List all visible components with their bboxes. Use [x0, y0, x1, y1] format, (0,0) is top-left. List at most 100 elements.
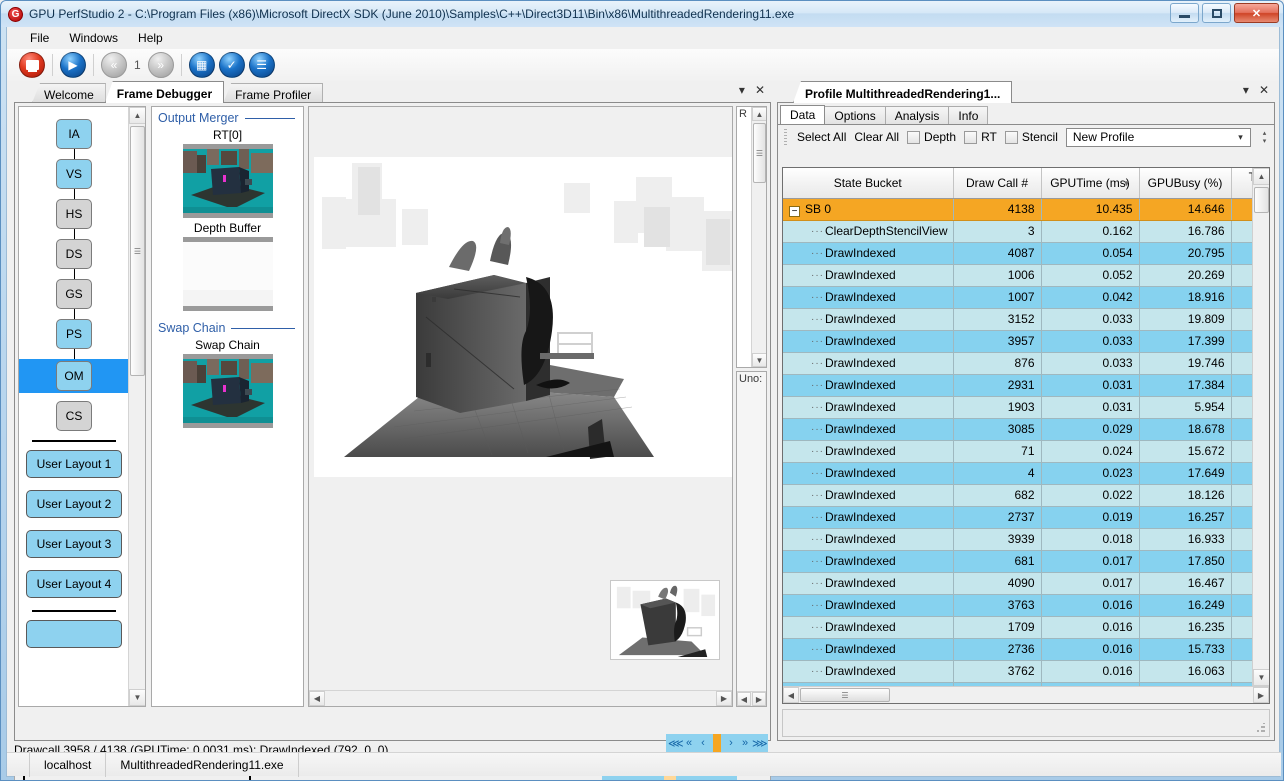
play-icon[interactable]: ▶ [60, 52, 86, 78]
table-row[interactable]: −SB 0413810.43514.646 [783, 198, 1252, 220]
table-row[interactable]: ···DrawIndexed40900.01716.467 [783, 572, 1252, 594]
pipeline-scrollbar[interactable]: ▲ ☰ ▼ [128, 107, 145, 706]
checkbox-box[interactable] [1005, 131, 1018, 144]
pipeline-stage-gs[interactable]: GS [19, 279, 129, 309]
minimize-button[interactable] [1170, 3, 1199, 23]
column-gputime[interactable]: GPUTime (ms) ▼ [1041, 168, 1139, 198]
pipeline-stage-hs[interactable]: HS [19, 199, 129, 229]
frame-profiler-icon[interactable]: ✓ [219, 52, 245, 78]
swap-chain-thumbnail[interactable] [183, 354, 273, 428]
resize-grip[interactable] [1256, 723, 1266, 733]
table-row[interactable]: ···DrawIndexed27360.01615.733 [783, 638, 1252, 660]
nav-prev-button[interactable]: ‹ [696, 737, 710, 749]
table-row[interactable]: ···DrawIndexed31520.03319.809 [783, 308, 1252, 330]
pipeline-stage-list[interactable]: IA VS HS [18, 106, 146, 707]
pipeline-stage-ps[interactable]: PS [19, 319, 129, 349]
close-button[interactable]: ✕ [1234, 3, 1279, 23]
user-layout-1-button[interactable]: User Layout 1 [26, 450, 122, 478]
scroll-thumb[interactable]: ☰ [753, 123, 766, 183]
table-row[interactable]: ···DrawIndexed40870.05420.795 [783, 242, 1252, 264]
menu-file[interactable]: File [21, 28, 58, 48]
pipeline-stage-ia[interactable]: IA [19, 119, 129, 149]
table-row[interactable]: ···DrawIndexed29310.03117.384 [783, 374, 1252, 396]
clear-all-button[interactable]: Clear All [854, 130, 899, 144]
table-row[interactable]: ···DrawIndexed6820.02218.126 [783, 484, 1252, 506]
table-row[interactable]: ···DrawIndexed39390.01816.933 [783, 528, 1252, 550]
menu-help[interactable]: Help [129, 28, 172, 48]
table-hscrollbar[interactable]: ◀ ☰ ▶ [783, 686, 1269, 703]
tab-frame-profiler[interactable]: Frame Profiler [223, 83, 323, 103]
depth-checkbox[interactable]: Depth [907, 130, 956, 144]
tab-welcome[interactable]: Welcome [32, 83, 106, 103]
close-icon[interactable]: ✕ [1259, 83, 1269, 97]
table-row[interactable]: ···DrawIndexed19030.0315.954 [783, 396, 1252, 418]
chevron-down-icon[interactable]: ▾ [1243, 83, 1249, 97]
tab-data[interactable]: Data [780, 105, 825, 124]
nav-next-button[interactable]: › [724, 737, 738, 749]
user-layout-2-button[interactable]: User Layout 2 [26, 490, 122, 518]
tab-analysis[interactable]: Analysis [885, 106, 950, 124]
tab-profile-document[interactable]: Profile MultithreadedRendering1... [793, 81, 1012, 103]
timeline-nav-buttons[interactable]: ⋘ « ‹ › » ⋙ [666, 734, 768, 752]
column-state-bucket[interactable]: State Bucket [783, 168, 953, 198]
scroll-down-arrow[interactable]: ▼ [752, 353, 767, 367]
depth-buffer-viewport-image[interactable] [314, 157, 733, 477]
pipeline-stage-om[interactable]: OM [19, 359, 129, 393]
nav-last-button[interactable]: ⋙ [752, 737, 766, 750]
close-icon[interactable]: ✕ [755, 83, 765, 97]
stencil-checkbox[interactable]: Stencil [1005, 130, 1058, 144]
tab-frame-debugger[interactable]: Frame Debugger [105, 81, 224, 103]
step-forward-icon[interactable]: » [148, 52, 174, 78]
collapse-icon[interactable]: − [789, 206, 800, 217]
nav-cursor-handle[interactable] [713, 734, 721, 752]
user-layout-3-button[interactable]: User Layout 3 [26, 530, 122, 558]
profile-select[interactable]: New Profile ▾ [1066, 128, 1251, 147]
user-layout-5-button[interactable] [26, 620, 122, 648]
viewport-hscrollbar[interactable]: ◀ ▶ [309, 690, 732, 706]
scroll-right-arrow[interactable]: ▶ [752, 692, 766, 706]
tab-options[interactable]: Options [824, 106, 885, 124]
table-row[interactable]: ···DrawIndexed10060.05220.269 [783, 264, 1252, 286]
checkbox-box[interactable] [907, 131, 920, 144]
step-back-icon[interactable]: « [101, 52, 127, 78]
table-row[interactable]: ···DrawIndexed17090.01616.235 [783, 616, 1252, 638]
tab-info[interactable]: Info [948, 106, 988, 124]
table-row[interactable]: ···DrawIndexed6810.01717.850 [783, 550, 1252, 572]
table-row[interactable]: ···DrawIndexed8760.03319.746 [783, 352, 1252, 374]
table-row[interactable]: ···DrawIndexed27370.01916.257 [783, 506, 1252, 528]
table-vscrollbar[interactable]: ▲ ▼ [1252, 168, 1269, 686]
scroll-up-arrow[interactable]: ▲ [752, 107, 767, 121]
unordered-hscrollbar[interactable]: ◀ ▶ [737, 691, 766, 706]
connect-icon[interactable] [19, 52, 45, 78]
pipeline-stage-ds[interactable]: DS [19, 239, 129, 269]
table-row[interactable]: ···DrawIndexed10070.04218.916 [783, 286, 1252, 308]
scroll-down-arrow[interactable]: ▼ [1253, 669, 1270, 686]
depth-buffer-thumbnail[interactable] [183, 237, 273, 311]
table-row[interactable]: ···DrawIndexed37620.01616.063 [783, 660, 1252, 682]
rt0-thumbnail[interactable] [183, 144, 273, 218]
profile-table[interactable]: State Bucket Draw Call # GPUTime (ms) ▼ … [782, 167, 1270, 704]
pipeline-stage-cs[interactable]: CS [19, 401, 129, 431]
table-row[interactable]: ···DrawIndexed37630.01616.249 [783, 594, 1252, 616]
chevron-down-icon[interactable]: ▾ [1233, 132, 1248, 143]
select-all-button[interactable]: Select All [797, 130, 846, 144]
scroll-left-arrow[interactable]: ◀ [783, 687, 799, 703]
scroll-up-arrow[interactable]: ▲ [129, 107, 146, 124]
table-row[interactable]: ···DrawIndexed710.02415.672 [783, 440, 1252, 462]
user-layout-4-button[interactable]: User Layout 4 [26, 570, 122, 598]
frame-debugger-icon[interactable]: ▦ [189, 52, 215, 78]
table-row[interactable]: ···DrawIndexed30850.02918.678 [783, 418, 1252, 440]
column-tess[interactable]: Tess [1231, 168, 1252, 198]
scroll-thumb[interactable] [1254, 187, 1269, 213]
chevron-down-icon[interactable]: ▾ [739, 83, 745, 97]
resources-scrollbar[interactable]: ▲ ☰ ▼ [751, 107, 766, 367]
nav-next-page-button[interactable]: » [738, 737, 752, 749]
toolbar-overflow-button[interactable]: ▴▾ [1259, 128, 1270, 147]
scroll-thumb[interactable]: ☰ [800, 688, 890, 702]
frame-data-icon[interactable]: ☰ [249, 52, 275, 78]
scroll-left-arrow[interactable]: ◀ [737, 692, 751, 706]
scroll-thumb[interactable]: ☰ [130, 126, 145, 376]
scroll-down-arrow[interactable]: ▼ [129, 689, 146, 706]
viewport-minimap[interactable] [610, 580, 720, 660]
menu-windows[interactable]: Windows [60, 28, 127, 48]
